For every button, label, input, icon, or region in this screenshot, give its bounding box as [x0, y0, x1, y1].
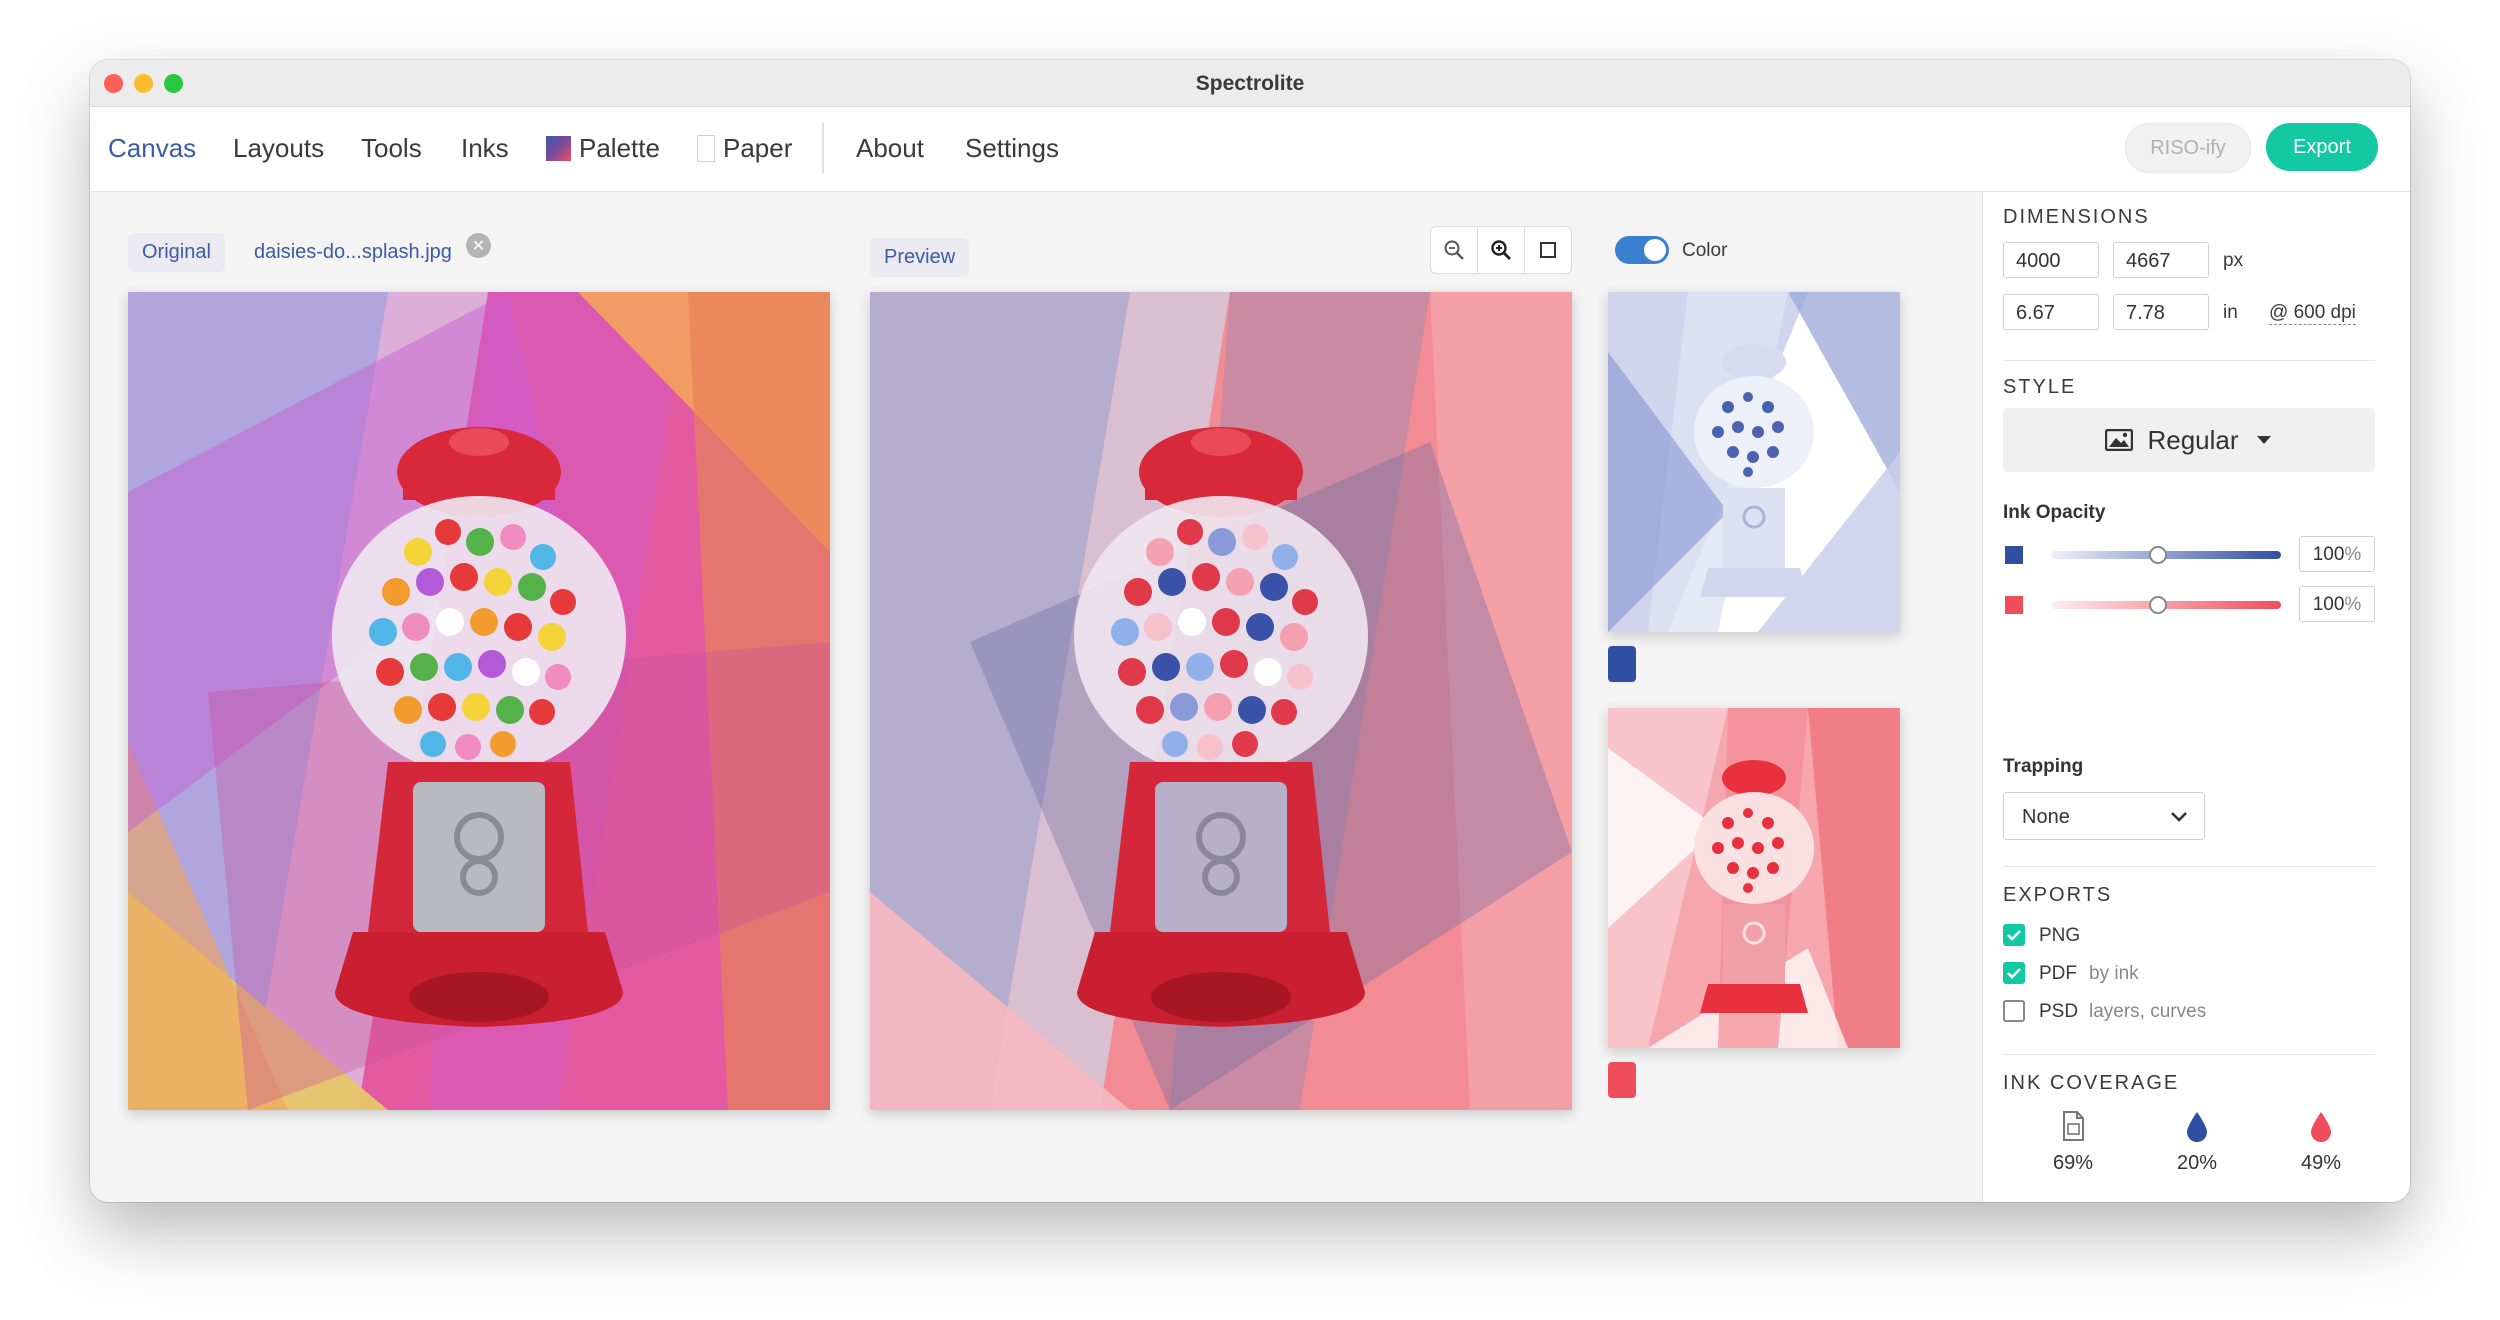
red-ink-drop-icon	[2311, 1112, 2331, 1142]
dimensions-title: DIMENSIONS	[2003, 206, 2150, 228]
blue-ink-chip	[2005, 546, 2023, 564]
tab-paper[interactable]: Paper	[697, 133, 792, 164]
palette-swatch-icon	[546, 136, 571, 161]
trapping-title: Trapping	[2003, 756, 2084, 777]
riso-ify-button[interactable]: RISO-ify	[2125, 123, 2251, 173]
clear-file-icon[interactable]: ✕	[466, 233, 491, 258]
red-opacity-value[interactable]: 100%	[2299, 586, 2375, 622]
px-unit: px	[2223, 250, 2244, 271]
tab-palette[interactable]: Palette	[546, 133, 660, 164]
ink-coverage-title: INK COVERAGE	[2003, 1072, 2180, 1094]
divider	[2003, 866, 2375, 867]
red-separation-thumbnail[interactable]	[1608, 708, 1900, 1048]
zoom-controls	[1430, 226, 1572, 274]
red-coverage-value: 49%	[2300, 1152, 2342, 1174]
blue-opacity-value[interactable]: 100%	[2299, 536, 2375, 572]
height-px-input[interactable]: 4667	[2113, 242, 2209, 278]
pdf-checkbox[interactable]	[2003, 962, 2025, 984]
preview-label: Preview	[870, 238, 970, 277]
source-filename[interactable]: daisies-do...splash.jpg	[240, 233, 466, 272]
dpi-selector[interactable]: @ 600 dpi	[2269, 302, 2356, 325]
blue-opacity-handle[interactable]	[2149, 546, 2167, 564]
image-icon	[2105, 429, 2134, 451]
psd-label[interactable]: PSD	[2039, 1001, 2078, 1023]
psd-note: layers, curves	[2089, 1001, 2207, 1022]
psd-checkbox[interactable]	[2003, 1000, 2025, 1022]
paper-coverage-value: 69%	[2052, 1152, 2094, 1174]
width-in-input[interactable]: 6.67	[2003, 294, 2099, 330]
color-toggle-label: Color	[1682, 240, 1728, 261]
preview-image	[870, 292, 1572, 1110]
style-title: STYLE	[2003, 376, 2077, 398]
zoom-in-icon	[1491, 240, 1511, 260]
height-in-input[interactable]: 7.78	[2113, 294, 2209, 330]
ink-opacity-title: Ink Opacity	[2003, 502, 2106, 523]
blue-coverage-value: 20%	[2176, 1152, 2218, 1174]
in-unit: in	[2223, 302, 2238, 323]
zoom-out-button[interactable]	[1431, 227, 1478, 273]
caret-down-icon	[2256, 436, 2271, 444]
paper-swatch-icon	[697, 135, 715, 162]
fit-square-icon	[1540, 242, 1556, 258]
app-window: Spectrolite Canvas Layouts Tools Inks Pa…	[90, 60, 2410, 1202]
check-icon	[2007, 968, 2021, 979]
title-bar: Spectrolite	[90, 60, 2410, 107]
exports-title: EXPORTS	[2003, 884, 2113, 906]
paper-icon	[2063, 1111, 2084, 1141]
fit-to-screen-button[interactable]	[1525, 227, 1571, 273]
trapping-select[interactable]: None	[2003, 792, 2205, 840]
png-label[interactable]: PNG	[2039, 925, 2080, 947]
red-ink-swatch[interactable]	[1608, 1062, 1636, 1098]
pdf-label[interactable]: PDF	[2039, 963, 2077, 985]
png-checkbox[interactable]	[2003, 924, 2025, 946]
check-icon	[2007, 930, 2021, 941]
divider	[2003, 360, 2375, 361]
tab-tools[interactable]: Tools	[361, 133, 422, 164]
original-image	[128, 292, 830, 1110]
settings-panel: DIMENSIONS 4000 4667 px 6.67 7.78 in @ 6…	[1982, 192, 2410, 1202]
red-opacity-handle[interactable]	[2149, 596, 2167, 614]
original-label: Original	[128, 233, 225, 272]
zoom-out-icon	[1444, 240, 1464, 260]
chevron-down-icon	[2171, 812, 2187, 822]
blue-ink-drop-icon	[2187, 1112, 2207, 1142]
divider	[2003, 1054, 2375, 1055]
nav-divider	[822, 123, 824, 173]
red-ink-chip	[2005, 596, 2023, 614]
tab-inks[interactable]: Inks	[461, 133, 509, 164]
toggle-knob	[1644, 239, 1666, 261]
style-dropdown[interactable]: Regular	[2003, 408, 2375, 472]
color-toggle[interactable]	[1615, 236, 1669, 264]
tab-canvas[interactable]: Canvas	[108, 133, 196, 164]
tab-settings[interactable]: Settings	[965, 133, 1059, 164]
zoom-in-button[interactable]	[1478, 227, 1525, 273]
tab-layouts[interactable]: Layouts	[233, 133, 324, 164]
export-button[interactable]: Export	[2266, 123, 2378, 171]
main-nav: Canvas Layouts Tools Inks Palette Paper …	[90, 107, 2410, 192]
width-px-input[interactable]: 4000	[2003, 242, 2099, 278]
pdf-note: by ink	[2089, 963, 2139, 984]
tab-about[interactable]: About	[856, 133, 924, 164]
blue-ink-swatch[interactable]	[1608, 646, 1636, 682]
window-title: Spectrolite	[1195, 72, 1305, 95]
blue-separation-thumbnail[interactable]	[1608, 292, 1900, 632]
